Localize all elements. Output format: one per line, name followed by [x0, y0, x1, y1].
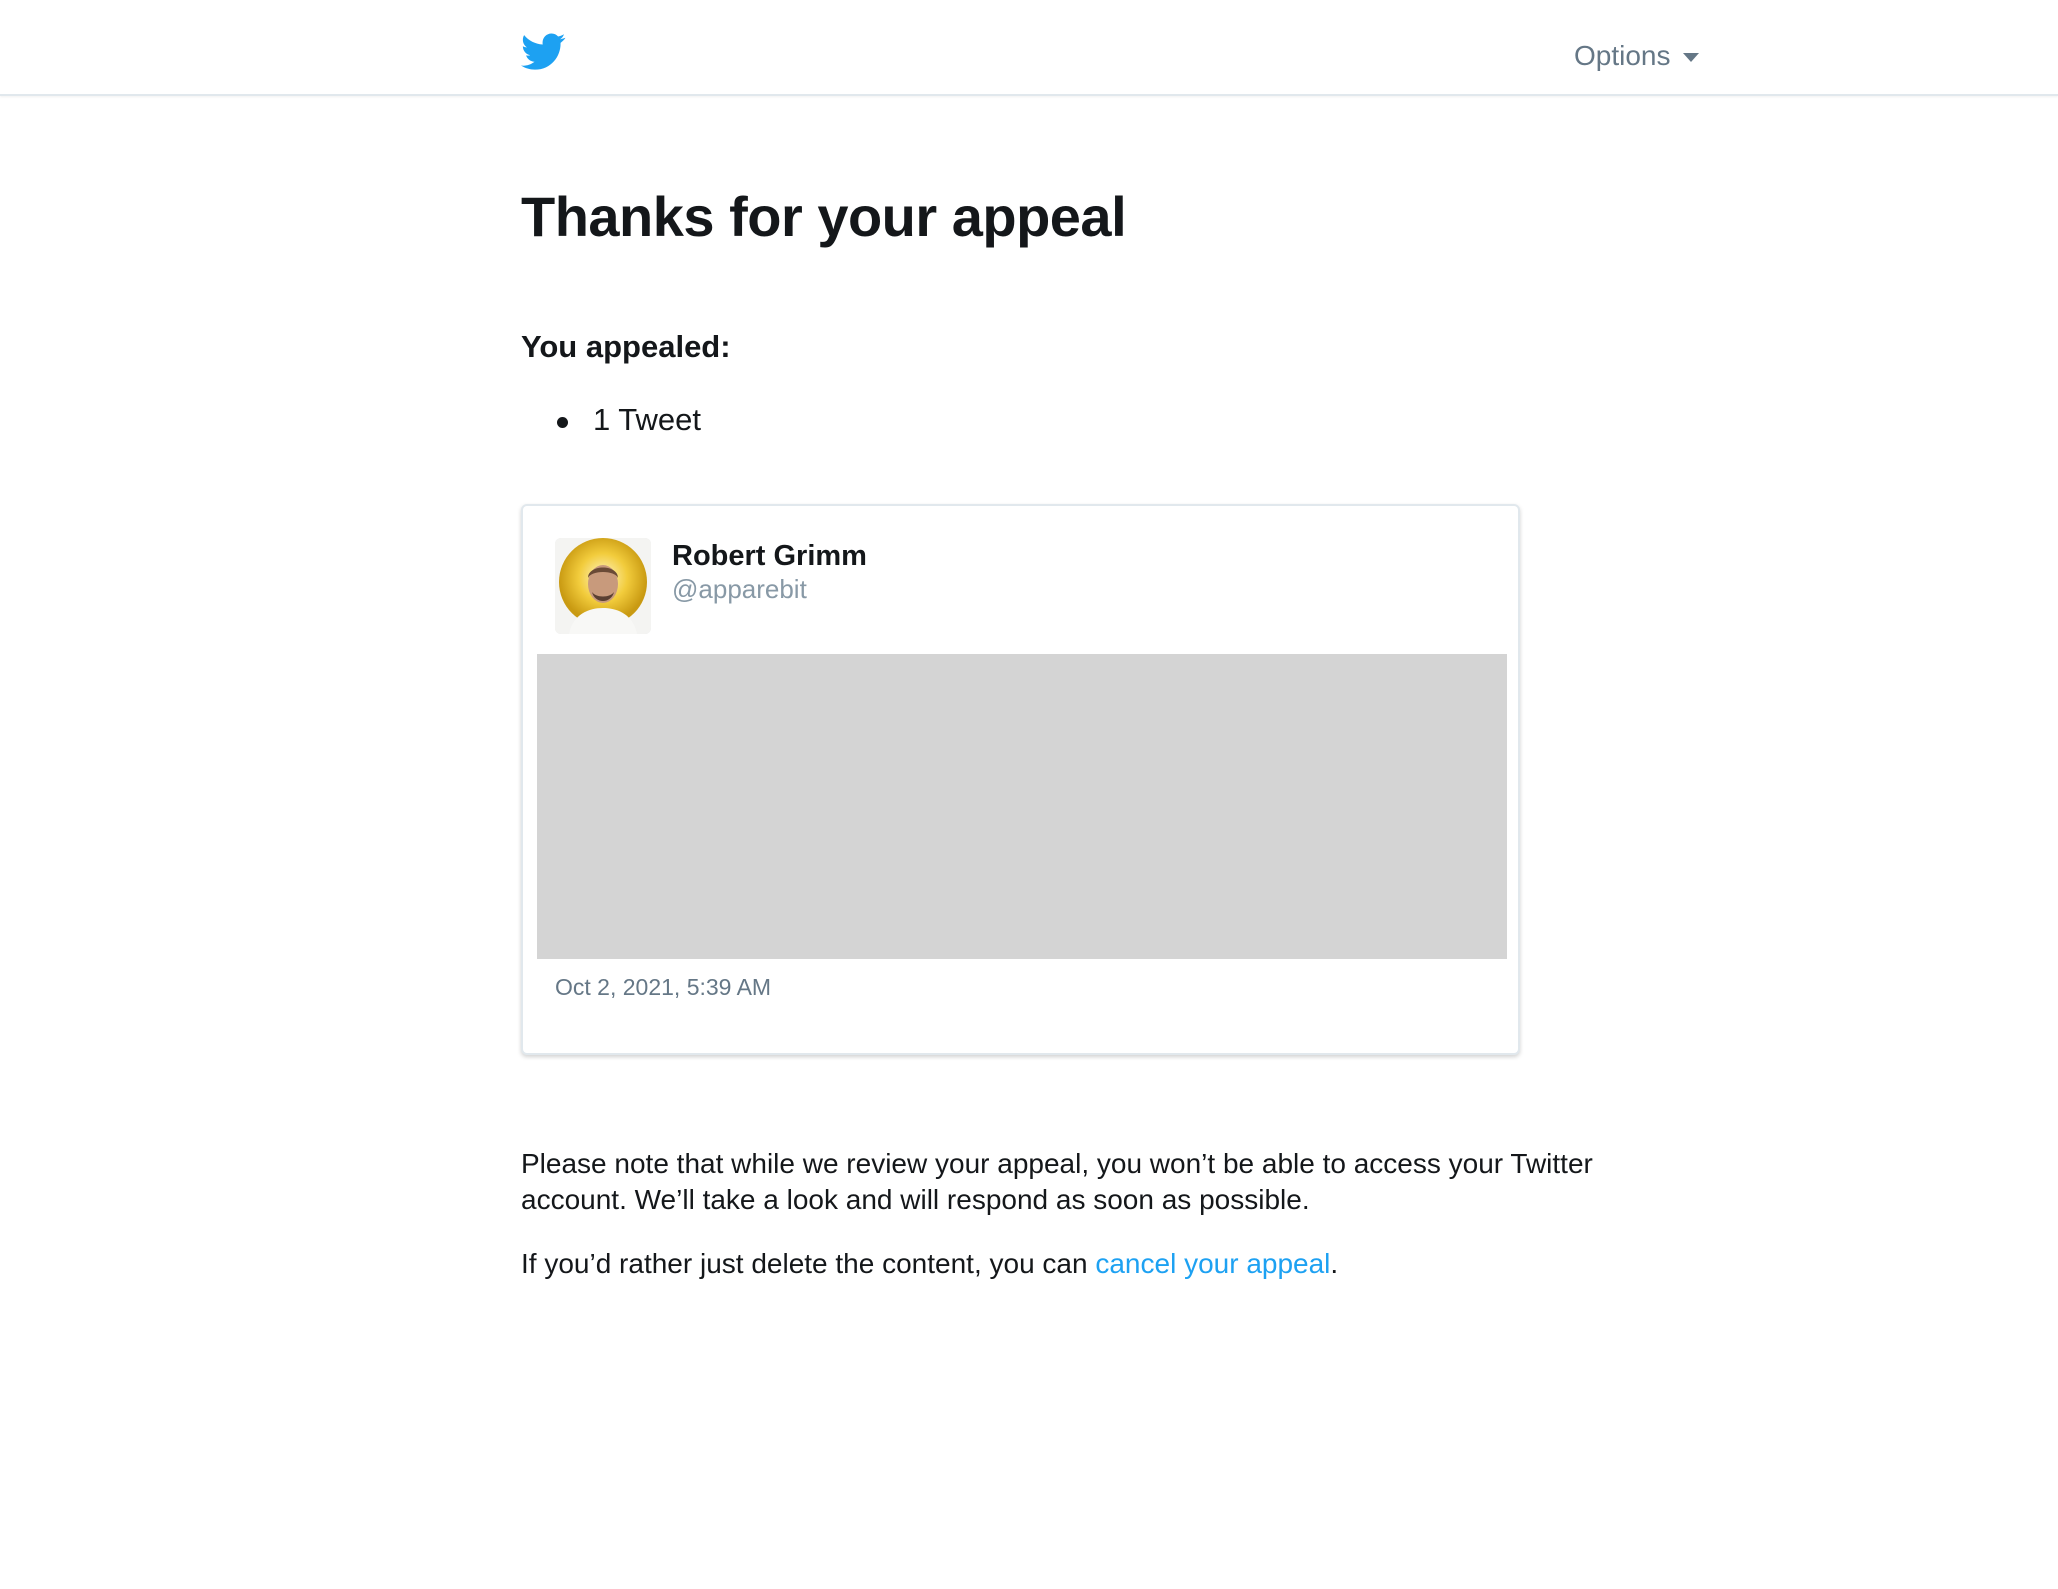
tweet-author-handle: @apparebit [672, 574, 807, 604]
options-label: Options [1574, 40, 1671, 71]
list-item: 1 Tweet [557, 402, 701, 438]
options-dropdown[interactable]: Options [1574, 38, 1699, 74]
caret-down-icon [1682, 52, 1699, 62]
tweet-author-name: Robert Grimm [672, 540, 867, 572]
appealed-list: 1 Tweet [557, 402, 701, 438]
tweet-timestamp: Oct 2, 2021, 5:39 AM [555, 974, 772, 1000]
top-navigation-bar: Options [0, 0, 2058, 96]
tweet-media-placeholder [537, 654, 1507, 959]
cancel-line: If you’d rather just delete the content,… [521, 1246, 1338, 1282]
avatar [555, 538, 651, 634]
tweet-card: Robert Grimm @apparebit Oct 2, 2021, 5:3… [521, 504, 1520, 1055]
twitter-bird-icon[interactable] [521, 33, 566, 71]
avatar-image [555, 538, 651, 634]
page-title: Thanks for your appeal [521, 185, 1127, 248]
cancel-suffix: . [1330, 1248, 1339, 1279]
review-note: Please note that while we review your ap… [521, 1148, 1593, 1215]
cancel-appeal-link[interactable]: cancel your appeal [1095, 1248, 1330, 1279]
appealed-label: You appealed: [521, 329, 731, 364]
cancel-prefix: If you’d rather just delete the content,… [521, 1248, 1096, 1279]
